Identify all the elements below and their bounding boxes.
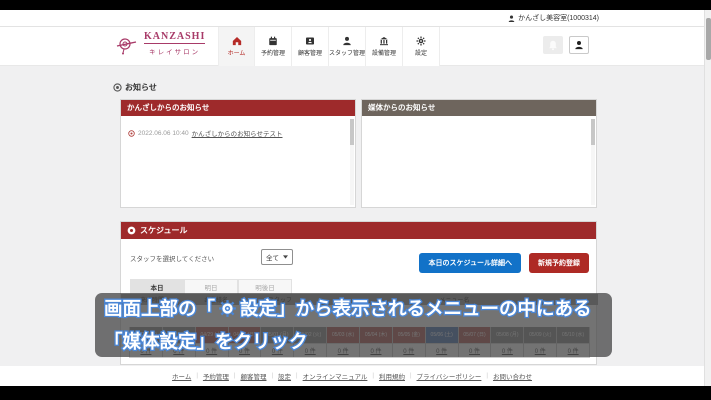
footer-link-item: 予約管理 (191, 371, 229, 381)
footer-link[interactable]: 設定 (278, 371, 291, 381)
card-scrollbar[interactable] (350, 119, 354, 205)
logo[interactable]: KANZASHI キレイサロン (116, 31, 206, 56)
card-scrollbar[interactable] (591, 119, 595, 205)
home-icon (232, 37, 241, 46)
footer-link-item: 設定 (266, 371, 291, 381)
account-menu-button[interactable] (569, 36, 589, 54)
media-notices-header: 媒体からのお知らせ (362, 100, 596, 116)
staff-select-label: スタッフを選択してください (130, 256, 215, 263)
nav-tab-customers[interactable]: 顧客管理 (292, 27, 329, 66)
schedule-actions: 本日のスケジュール詳細へ 新規予約登録 (419, 253, 589, 273)
tab-today[interactable]: 本日 (130, 279, 184, 294)
kanzashi-mark-icon (127, 226, 136, 235)
footer-link-item: プライバシーポリシー (405, 371, 482, 381)
contact-card-icon (306, 37, 314, 45)
bell-icon (549, 40, 557, 50)
footer-link[interactable]: オンラインマニュアル (303, 371, 368, 381)
notice-link[interactable]: かんざしからのお知らせテスト (192, 128, 283, 138)
logo-title: KANZASHI (144, 31, 206, 44)
notices-section-title: お知らせ (113, 82, 157, 93)
person-icon (343, 36, 351, 46)
instruction-line-1: 画面上部の「 設定」から表示されるメニューの中にある (103, 294, 603, 327)
header-buttons (543, 36, 589, 54)
instruction-overlay: 画面上部の「 設定」から表示されるメニューの中にある 「媒体設定」をクリック (95, 293, 612, 357)
kanzashi-mark-icon (113, 83, 122, 92)
logo-subtitle: キレイサロン (149, 49, 201, 56)
gear-icon (218, 297, 237, 327)
media-notices-card: 媒体からのお知らせ (361, 99, 597, 208)
letterbox-top (0, 0, 711, 10)
footer-link[interactable]: お問い合わせ (493, 371, 532, 381)
nav-tab-reservations[interactable]: 予約管理 (255, 27, 292, 66)
logo-text: KANZASHI キレイサロン (144, 31, 206, 56)
today-schedule-detail-button[interactable]: 本日のスケジュール詳細へ (419, 253, 521, 273)
instruction-line-2: 「媒体設定」をクリック (103, 330, 309, 354)
kanzashi-notices-card: かんざしからのお知らせ 2022.06.06 10:40 かんざしからのお知らせ… (120, 99, 356, 208)
nav-tab-staff[interactable]: スタッフ管理 (329, 27, 366, 66)
user-icon (575, 41, 583, 50)
user-icon (508, 15, 515, 22)
new-reservation-button[interactable]: 新規予約登録 (529, 253, 589, 273)
footer-link-item: お問い合わせ (481, 371, 532, 381)
footer-link-item: 顧客管理 (229, 371, 266, 381)
schedule-body: スタッフを選択してください 全て 本日のスケジュール詳細へ 新規予約登録 本日 … (121, 239, 598, 358)
footer-link[interactable]: 利用規約 (379, 371, 405, 381)
schedule-header: スケジュール (121, 222, 596, 239)
footer-link[interactable]: 顧客管理 (240, 371, 266, 381)
page-scrollbar[interactable] (704, 10, 711, 386)
kanzashi-notices-header: かんざしからのお知らせ (121, 100, 355, 116)
main-nav: ホーム 予約管理 顧客管理 スタッフ管理 設備管理 設定 (218, 27, 440, 66)
notice-badge-icon (128, 129, 135, 137)
building-icon (380, 37, 388, 46)
footer-links: ホーム 予約管理 顧客管理 設定 オンラインマニュアル 利用規約 プライバシーポリシー お問い… (172, 371, 532, 381)
video-frame: かんざし美容室(1000314) KANZASHI キレイサロン ホーム 予約管… (0, 0, 711, 400)
letterbox-bottom (0, 386, 711, 400)
calendar-icon (269, 36, 277, 46)
notice-item: 2022.06.06 10:40 かんざしからのお知らせテスト (121, 116, 355, 138)
footer: ホーム 予約管理 顧客管理 設定 オンラインマニュアル 利用規約 プライバシーポリシー お問い… (0, 366, 704, 386)
gear-icon (416, 36, 426, 46)
kanzashi-logo-icon (116, 37, 137, 54)
footer-link[interactable]: ホーム (172, 371, 191, 381)
footer-link[interactable]: 予約管理 (203, 371, 229, 381)
nav-tab-home[interactable]: ホーム (218, 27, 255, 66)
footer-link-item: 利用規約 (367, 371, 405, 381)
footer-link[interactable]: プライバシーポリシー (417, 371, 482, 381)
navbar: KANZASHI キレイサロン ホーム 予約管理 顧客管理 スタッフ管理 設備管… (0, 27, 704, 66)
account-strip: かんざし美容室(1000314) (0, 10, 711, 27)
nav-tab-settings[interactable]: 設定 (403, 27, 440, 66)
staff-select[interactable]: 全て (261, 249, 293, 265)
notice-cards: かんざしからのお知らせ 2022.06.06 10:40 かんざしからのお知らせ… (120, 99, 597, 208)
notifications-button[interactable] (543, 36, 563, 54)
account-name: かんざし美容室(1000314) (518, 15, 599, 22)
account-info[interactable]: かんざし美容室(1000314) (508, 13, 599, 23)
footer-link-item: オンラインマニュアル (291, 371, 368, 381)
chevron-down-icon (283, 255, 288, 259)
day-tabs: 本日 明日 明後日 (130, 279, 292, 294)
footer-link-item: ホーム (172, 371, 191, 381)
tab-tomorrow[interactable]: 明日 (184, 279, 238, 294)
nav-tab-equipment[interactable]: 設備管理 (366, 27, 403, 66)
tab-day-after[interactable]: 明後日 (238, 279, 292, 294)
notice-datetime: 2022.06.06 10:40 (138, 129, 189, 137)
